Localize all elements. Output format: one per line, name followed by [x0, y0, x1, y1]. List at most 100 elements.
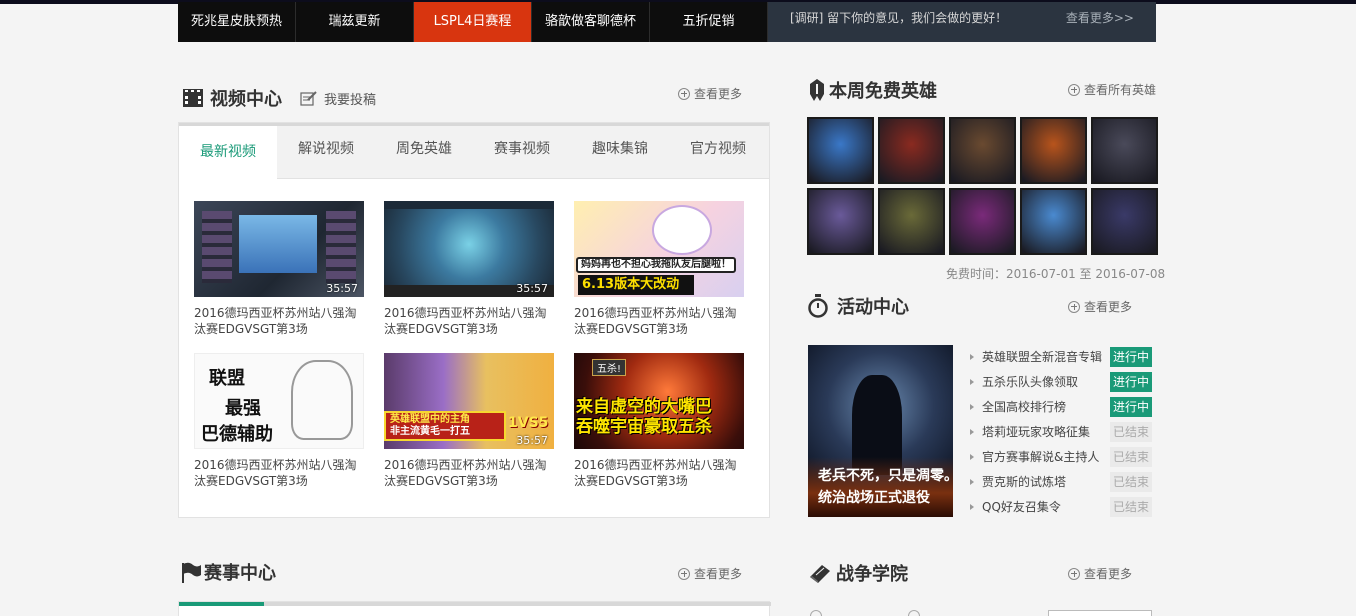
video-more-label: 查看更多 — [694, 87, 743, 101]
activity-item[interactable]: 贾克斯的试炼塔 已结束 — [970, 469, 1152, 494]
video-tab-latest[interactable]: 最新视频 — [179, 123, 277, 180]
hero-portrait-blue-hair-sorceress[interactable] — [1020, 188, 1087, 255]
survey-more-link[interactable]: 查看更多>> — [1066, 2, 1134, 34]
activity-item-name[interactable]: 塔莉垭玩家攻略征集 — [970, 423, 1090, 440]
hero-portrait-armored-warrior[interactable] — [1020, 117, 1087, 184]
video-caption[interactable]: 2016德玛西亚杯苏州站八强淘汰赛EDGVSGT第3场 — [194, 305, 364, 337]
activity-item-name[interactable]: QQ好友召集令 — [970, 498, 1061, 515]
hero-portrait-ice-phoenix[interactable] — [807, 117, 874, 184]
nav-tab-active[interactable]: LSPL4日赛程 — [414, 2, 532, 42]
match-center-title: 赛事中心 — [204, 563, 276, 584]
video-item[interactable]: 35:57 2016德玛西亚杯苏州站八强淘汰赛EDGVSGT第3场 — [384, 201, 554, 337]
thumb-decor — [652, 205, 712, 255]
video-tab-official[interactable]: 官方视频 — [669, 123, 767, 178]
activity-item-name[interactable]: 五杀乐队头像领取 — [970, 373, 1078, 390]
video-caption[interactable]: 2016德玛西亚杯苏州站八强淘汰赛EDGVSGT第3场 — [384, 457, 554, 489]
thumb-banner-text: 妈妈再也不担心我拖队友后腿啦！ — [576, 257, 736, 273]
activity-more-link[interactable]: 查看更多 — [1068, 298, 1132, 315]
plus-circle-icon — [1068, 567, 1080, 580]
academy-select[interactable] — [1048, 610, 1152, 616]
all-heroes-link[interactable]: 查看所有英雄 — [1068, 81, 1156, 98]
video-grid: 35:57 2016德玛西亚杯苏州站八强淘汰赛EDGVSGT第3场 35:57 … — [194, 201, 754, 489]
video-panel-topline — [179, 123, 769, 126]
video-caption[interactable]: 2016德玛西亚杯苏州站八强淘汰赛EDGVSGT第3场 — [574, 305, 744, 337]
hero-portrait-masked-assassin[interactable] — [1091, 117, 1158, 184]
mode-radio[interactable] — [810, 610, 822, 616]
thumb-decor — [202, 211, 232, 283]
video-tabs: 最新视频 解说视频 周免英雄 赛事视频 趣味集锦 官方视频 — [179, 123, 769, 180]
nav-tab[interactable]: 瑞兹更新 — [296, 2, 414, 42]
top-news-nav: 死兆星皮肤预热 瑞兹更新 LSPL4日赛程 骆歆做客聊德杯 五折促销 — [178, 2, 768, 42]
activity-item[interactable]: 五杀乐队头像领取 进行中 — [970, 369, 1152, 394]
activity-item-name[interactable]: 英雄联盟全新混音专辑 — [970, 348, 1102, 365]
activity-item-name[interactable]: 全国高校排行榜 — [970, 398, 1066, 415]
video-item[interactable]: 五杀! 来自虚空的大嘴巴 吞噬宇宙豪取五杀 2016德玛西亚杯苏州站八强淘汰赛E… — [574, 353, 744, 489]
video-item[interactable]: 联盟 最强 巴德辅助 2016德玛西亚杯苏州站八强淘汰赛EDGVSGT第3场 — [194, 353, 364, 489]
activity-item-name[interactable]: 贾克斯的试炼塔 — [970, 473, 1066, 490]
hero-portrait-void-knight[interactable] — [807, 188, 874, 255]
activity-item[interactable]: 塔莉垭玩家攻略征集 已结束 — [970, 419, 1152, 444]
activity-status-badge: 进行中 — [1110, 346, 1152, 367]
nav-tab[interactable]: 死兆星皮肤预热 — [178, 2, 296, 42]
hero-portrait-dark-wizard[interactable] — [1091, 188, 1158, 255]
activity-item[interactable]: 全国高校排行榜 进行中 — [970, 394, 1152, 419]
video-thumbnail[interactable]: 英雄联盟中的主角 非主流黄毛一打五 1VS5 35:57 — [384, 353, 554, 449]
match-center-header: 赛事中心 — [180, 557, 276, 587]
hero-portrait-void-monster[interactable] — [949, 188, 1016, 255]
banner-text-line: 统治战场正式退役 — [818, 490, 930, 506]
hero-portrait-red-warrior[interactable] — [878, 117, 945, 184]
submit-video-link[interactable]: 我要投稿 — [300, 89, 376, 108]
match-more-link[interactable]: 查看更多 — [678, 565, 742, 582]
hero-portrait-rat-creature[interactable] — [878, 188, 945, 255]
plus-circle-icon — [678, 87, 690, 100]
activity-item[interactable]: QQ好友召集令 已结束 — [970, 494, 1152, 519]
triangle-bullet-icon — [970, 503, 974, 510]
video-thumbnail[interactable]: 联盟 最强 巴德辅助 — [194, 353, 364, 449]
video-thumbnail[interactable]: 妈妈再也不担心我拖队友后腿啦！ 6.13版本大改动 — [574, 201, 744, 297]
activity-banner-image[interactable]: 老兵不死，只是凋零。 统治战场正式退役 — [808, 345, 953, 517]
video-caption[interactable]: 2016德玛西亚杯苏州站八强淘汰赛EDGVSGT第3场 — [384, 305, 554, 337]
mode-radio[interactable] — [908, 610, 920, 616]
video-item[interactable]: 妈妈再也不担心我拖队友后腿啦！ 6.13版本大改动 2016德玛西亚杯苏州站八强… — [574, 201, 744, 337]
thumb-overlay-text: 来自虚空的大嘴巴 — [576, 397, 712, 417]
video-caption[interactable]: 2016德玛西亚杯苏州站八强淘汰赛EDGVSGT第3场 — [194, 457, 364, 489]
survey-text[interactable]: [调研] 留下你的意见，我们会做的更好！ — [790, 11, 1007, 25]
activity-item-label: 贾克斯的试炼塔 — [982, 475, 1067, 489]
activity-item-name[interactable]: 官方赛事解说&主持人 — [970, 448, 1099, 465]
activity-item-label: 官方赛事解说&主持人 — [982, 450, 1100, 464]
video-tab-commentary[interactable]: 解说视频 — [277, 123, 375, 178]
edit-icon — [300, 90, 318, 106]
activity-item[interactable]: 英雄联盟全新混音专辑 进行中 — [970, 344, 1152, 369]
activity-status-badge: 已结束 — [1110, 471, 1152, 492]
activity-item[interactable]: 官方赛事解说&主持人 已结束 — [970, 444, 1152, 469]
video-item[interactable]: 英雄联盟中的主角 非主流黄毛一打五 1VS5 35:57 2016德玛西亚杯苏州… — [384, 353, 554, 489]
hero-portrait-bearded-gunman[interactable] — [949, 117, 1016, 184]
academy-title: 战争学院 — [836, 564, 908, 585]
video-thumbnail[interactable]: 35:57 — [194, 201, 364, 297]
video-panel: 最新视频 解说视频 周免英雄 赛事视频 趣味集锦 官方视频 35:57 2016… — [178, 122, 770, 518]
video-tab-free-heroes[interactable]: 周免英雄 — [375, 123, 473, 178]
video-tab-esports[interactable]: 赛事视频 — [473, 123, 571, 178]
academy-more-link[interactable]: 查看更多 — [1068, 565, 1132, 582]
video-thumbnail[interactable]: 五杀! 来自虚空的大嘴巴 吞噬宇宙豪取五杀 — [574, 353, 744, 449]
thumb-tag-text: 6.13版本大改动 — [578, 275, 694, 295]
video-tab-fun[interactable]: 趣味集锦 — [571, 123, 669, 178]
activity-item-label: 全国高校排行榜 — [982, 400, 1067, 414]
video-item[interactable]: 35:57 2016德玛西亚杯苏州站八强淘汰赛EDGVSGT第3场 — [194, 201, 364, 337]
video-more-link[interactable]: 查看更多 — [678, 85, 742, 102]
video-caption[interactable]: 2016德玛西亚杯苏州站八强淘汰赛EDGVSGT第3场 — [574, 457, 744, 489]
stopwatch-icon — [807, 294, 829, 318]
film-clapper-icon — [182, 88, 204, 108]
nav-tab[interactable]: 骆歆做客聊德杯 — [532, 2, 650, 42]
thumb-decor — [291, 360, 353, 440]
academy-more-label: 查看更多 — [1084, 567, 1133, 581]
thumb-overlay-text: 吞噬宇宙豪取五杀 — [576, 417, 712, 437]
activity-list: 英雄联盟全新混音专辑 进行中 五杀乐队头像领取 进行中 全国高校排行榜 进行中 塔莉垭玩家攻… — [970, 344, 1152, 519]
video-duration: 35:57 — [326, 282, 358, 295]
video-duration: 35:57 — [516, 282, 548, 295]
activity-status-badge: 已结束 — [1110, 496, 1152, 517]
survey-bar: [调研] 留下你的意见，我们会做的更好！ 查看更多>> — [768, 2, 1156, 42]
nav-tab[interactable]: 五折促销 — [650, 2, 768, 42]
plus-circle-icon — [678, 567, 690, 580]
video-thumbnail[interactable]: 35:57 — [384, 201, 554, 297]
